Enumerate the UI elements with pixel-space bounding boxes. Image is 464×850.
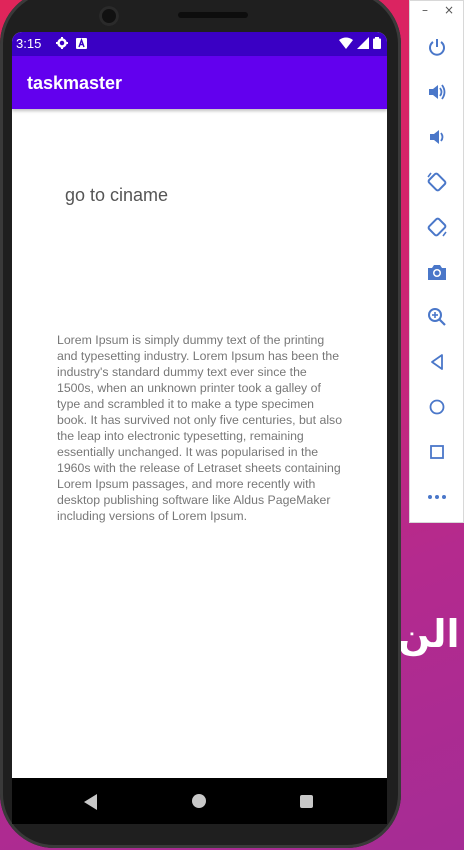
- rotate-right-icon[interactable]: [425, 215, 449, 239]
- home-icon[interactable]: [425, 395, 449, 419]
- overview-icon[interactable]: [425, 440, 449, 464]
- back-icon[interactable]: [425, 350, 449, 374]
- battery-icon: [373, 37, 381, 49]
- nav-back-icon[interactable]: [84, 794, 98, 810]
- accessibility-a-icon: [76, 37, 87, 49]
- navigation-bar: [12, 778, 387, 824]
- rotate-left-icon[interactable]: [425, 170, 449, 194]
- camera-icon[interactable]: [425, 260, 449, 284]
- volume-down-icon[interactable]: [425, 125, 449, 149]
- app-title: taskmaster: [27, 73, 123, 93]
- volume-up-icon[interactable]: [425, 80, 449, 104]
- body-paragraph: Lorem Ipsum is simply dummy text of the …: [57, 333, 343, 523]
- nav-recents-icon[interactable]: [300, 795, 313, 808]
- front-camera: [99, 6, 119, 26]
- nav-home-icon[interactable]: [192, 794, 206, 808]
- app-bar: taskmaster: [12, 56, 387, 109]
- phone-frame: 3:15 taskmaster go to ciname Lorem Ipsum…: [0, 0, 401, 848]
- earpiece-speaker: [178, 12, 248, 18]
- background-text: الن: [398, 612, 460, 656]
- settings-gear-icon: [56, 37, 68, 49]
- emulator-toolbar: – ×: [409, 0, 464, 523]
- status-bar: 3:15: [12, 32, 387, 56]
- wifi-icon: [339, 37, 353, 49]
- device-screen: 3:15 taskmaster go to ciname Lorem Ipsum…: [12, 32, 387, 818]
- signal-icon: [357, 37, 369, 49]
- minimize-button[interactable]: –: [422, 3, 428, 17]
- power-icon[interactable]: [425, 35, 449, 59]
- go-to-cinema-link[interactable]: go to ciname: [65, 185, 168, 206]
- zoom-icon[interactable]: [425, 305, 449, 329]
- status-time: 3:15: [16, 36, 42, 51]
- more-icon[interactable]: [425, 485, 449, 509]
- close-button[interactable]: ×: [444, 3, 454, 17]
